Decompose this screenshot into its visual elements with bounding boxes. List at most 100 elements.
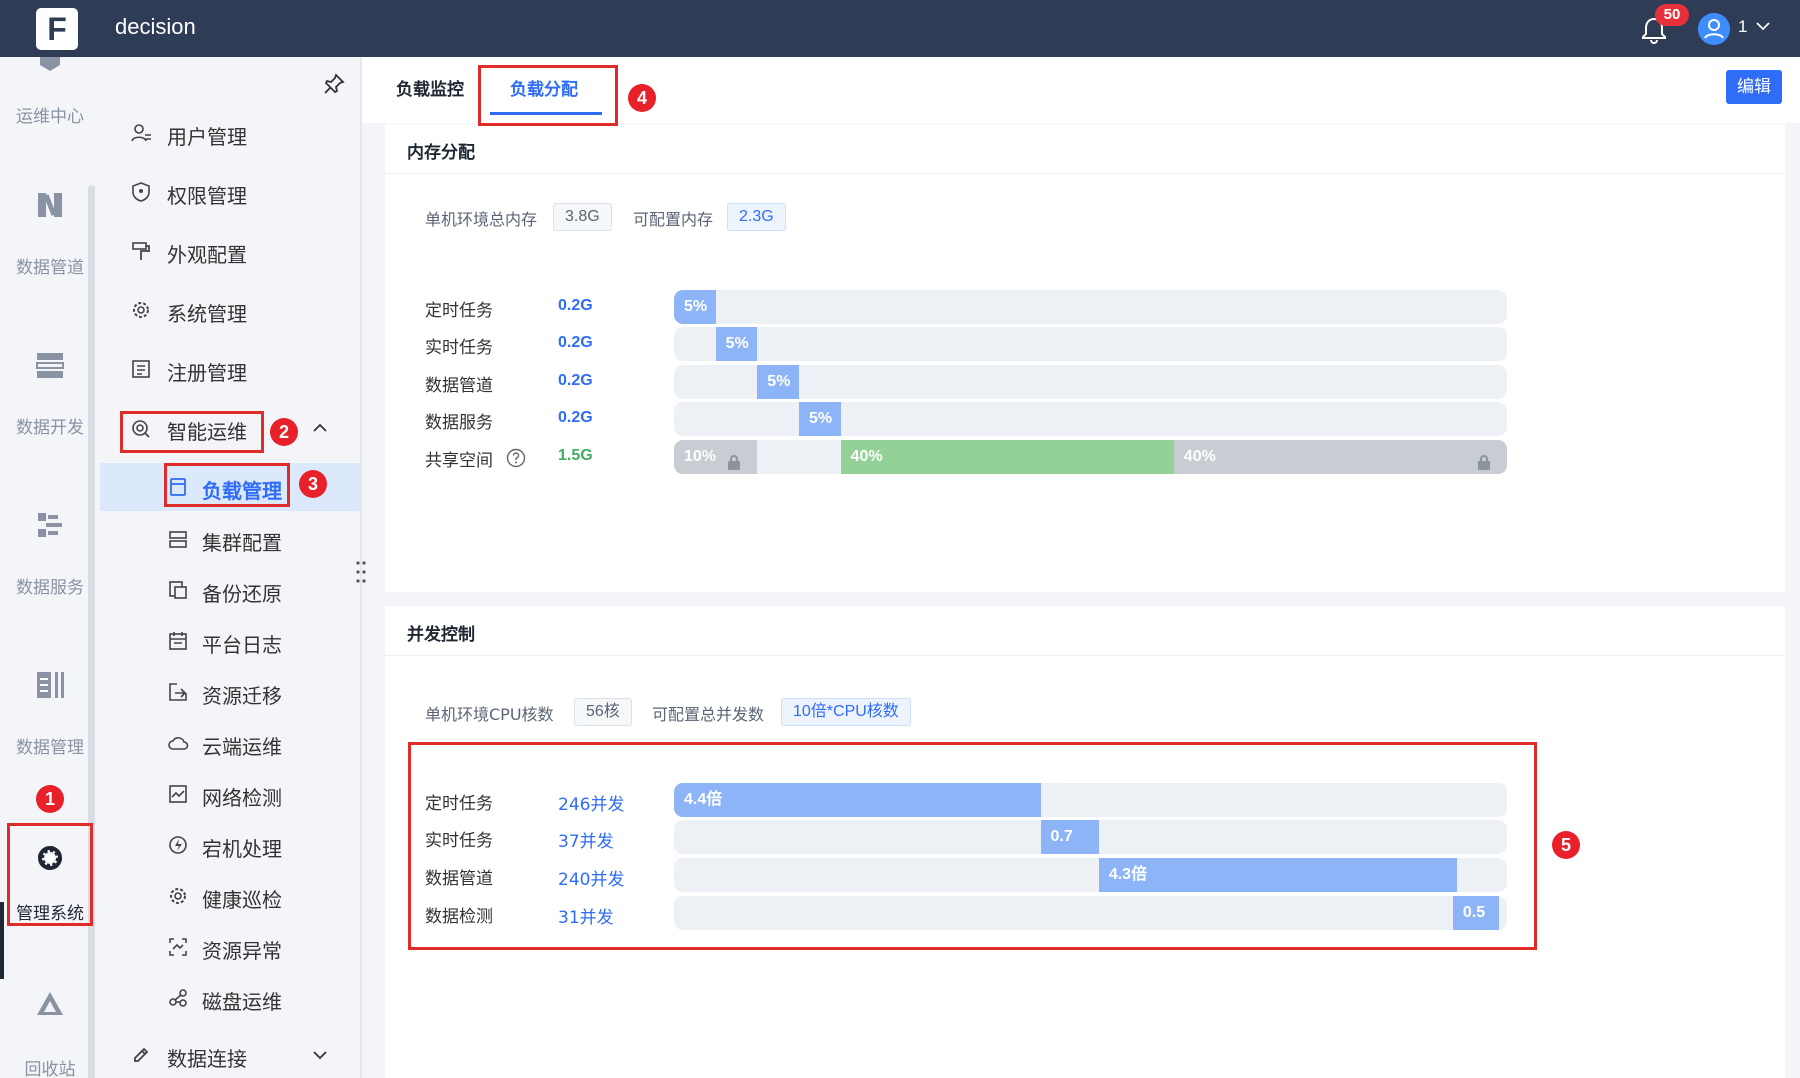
annotation-number: 4 [628, 84, 656, 112]
help-icon[interactable] [506, 448, 526, 468]
menu-item-label: 资源异常 [202, 939, 282, 963]
chevron-up-icon[interactable] [311, 419, 329, 437]
memory-title: 内存分配 [407, 143, 475, 163]
segment-label: 5% [767, 373, 791, 390]
row-label: 数据管道 [425, 376, 493, 396]
chevron-down-icon[interactable] [1755, 18, 1771, 34]
total-concurrency-value: 10倍*CPU核数 [781, 698, 911, 726]
rail-item-data-management[interactable]: 数据管理 [0, 667, 100, 767]
menu-item-cloud-ops[interactable]: 云端运维 [100, 719, 362, 767]
allocation-track[interactable]: 10% 40% 40% [674, 440, 1507, 474]
menu-item-registration[interactable]: 注册管理 [100, 345, 362, 393]
rail-label: 数据开发 [16, 418, 84, 438]
cluster-icon [169, 531, 187, 548]
menu-item-disk-ops[interactable]: 磁盘运维 [100, 974, 362, 1022]
menu-item-label: 用户管理 [167, 125, 247, 149]
edit-button[interactable]: 编辑 [1726, 70, 1782, 104]
drag-handle-icon[interactable] [355, 560, 367, 584]
ops-center-icon [40, 57, 60, 71]
allocation-bar-segment[interactable]: 40% [840, 440, 1174, 474]
menu-item-platform-log[interactable]: 平台日志 [100, 617, 362, 665]
pin-icon[interactable] [322, 72, 346, 96]
config-memory-value: 2.3G [727, 203, 786, 231]
menu-item-label: 注册管理 [167, 361, 247, 385]
allocation-bar-segment[interactable]: 40% [1173, 440, 1507, 474]
lightning-icon [169, 836, 187, 854]
segment-label: 5% [808, 410, 833, 427]
lock-icon [727, 449, 741, 470]
app-logo[interactable]: F [36, 8, 78, 50]
menu-item-user-management[interactable]: 用户管理 [100, 109, 362, 157]
highlight-load-management [164, 463, 290, 507]
rail-item-data-dev[interactable]: 数据开发 [0, 347, 100, 447]
rail-item-data-pipeline[interactable]: 数据管道 [0, 187, 100, 287]
segment-label: 40% [850, 448, 883, 465]
menu-item-data-connection[interactable]: 数据连接 [100, 1031, 362, 1078]
allocation-track[interactable]: 5% [674, 327, 1507, 361]
avatar[interactable] [1698, 13, 1730, 45]
highlight-load-allocation-tab [478, 65, 618, 126]
annotation-number: 5 [1552, 831, 1580, 859]
row-value: 0.2G [558, 334, 593, 351]
calendar-icon [169, 632, 187, 650]
allocation-bar-segment[interactable]: 5% [674, 290, 716, 324]
gear-icon [133, 302, 149, 318]
migrate-icon [169, 683, 187, 701]
allocation-bar-segment[interactable]: 10% [674, 440, 758, 474]
rail-item-recycle-bin[interactable]: 回收站 [0, 987, 100, 1078]
allocation-bar-segment[interactable]: 5% [798, 402, 841, 436]
menu-item-label: 宕机处理 [202, 837, 282, 861]
menu-item-label: 网络检测 [202, 786, 282, 810]
row-value: 0.2G [558, 409, 593, 426]
tab-load-monitor[interactable]: 负载监控 [396, 75, 464, 100]
health-icon [170, 888, 186, 904]
menu-item-label: 系统管理 [167, 302, 247, 326]
highlight-smart-ops [120, 411, 264, 453]
rail-scrollbar[interactable] [88, 185, 95, 1078]
menu-item-label: 集群配置 [202, 531, 282, 555]
highlight-concurrency-bars [408, 742, 1537, 950]
highlight-admin-system [7, 823, 93, 926]
total-memory-value: 3.8G [553, 203, 612, 231]
concurrency-title: 并发控制 [407, 625, 475, 645]
recycle-icon [37, 992, 63, 1015]
menu-item-health-check[interactable]: 健康巡检 [100, 872, 362, 920]
menu-item-cluster[interactable]: 集群配置 [100, 515, 362, 563]
menu-item-label: 健康巡检 [202, 888, 282, 912]
menu-item-downtime[interactable]: 宕机处理 [100, 821, 362, 869]
user-name[interactable]: 1 [1738, 17, 1747, 37]
menu-item-label: 平台日志 [202, 633, 282, 657]
segment-label: 5% [725, 335, 749, 352]
menu-item-appearance[interactable]: 外观配置 [100, 227, 362, 275]
menu-item-resource-anomaly[interactable]: 资源异常 [100, 923, 362, 971]
allocation-track[interactable]: 5% [674, 365, 1507, 399]
row-label: 定时任务 [425, 301, 493, 321]
allocation-bar-segment[interactable]: 5% [757, 365, 799, 399]
menu-item-system[interactable]: 系统管理 [100, 286, 362, 334]
menu-item-label: 外观配置 [167, 243, 247, 267]
top-bar: F decision 50 1 [0, 0, 1800, 57]
data-dev-icon [36, 353, 64, 378]
allocation-track[interactable]: 5% [674, 402, 1507, 436]
segment-label: 10% [684, 448, 717, 465]
network-icon [169, 785, 187, 803]
cloud-icon [168, 737, 189, 750]
menu-item-permission[interactable]: 权限管理 [100, 168, 362, 216]
chevron-down-icon[interactable] [311, 1046, 329, 1064]
notification-badge: 50 [1655, 4, 1689, 26]
rail-item-ops-center[interactable]: 运维中心 [0, 57, 100, 127]
row-label: 共享空间 [425, 451, 493, 471]
row-label: 数据服务 [425, 413, 493, 433]
allocation-track[interactable]: 5% [674, 290, 1507, 324]
rail-item-data-service[interactable]: 数据服务 [0, 507, 100, 607]
card-header: 内存分配 [385, 124, 1785, 174]
allocation-bar-segment[interactable]: 5% [715, 327, 758, 361]
menu-item-label: 数据连接 [167, 1047, 247, 1071]
menu-item-backup[interactable]: 备份还原 [100, 566, 362, 614]
annotation-number: 2 [270, 418, 298, 446]
menu-item-network-check[interactable]: 网络检测 [100, 770, 362, 818]
menu-item-label: 权限管理 [167, 184, 247, 208]
paint-roller-icon [132, 242, 150, 260]
register-icon [132, 360, 150, 378]
menu-item-resource-migration[interactable]: 资源迁移 [100, 668, 362, 716]
